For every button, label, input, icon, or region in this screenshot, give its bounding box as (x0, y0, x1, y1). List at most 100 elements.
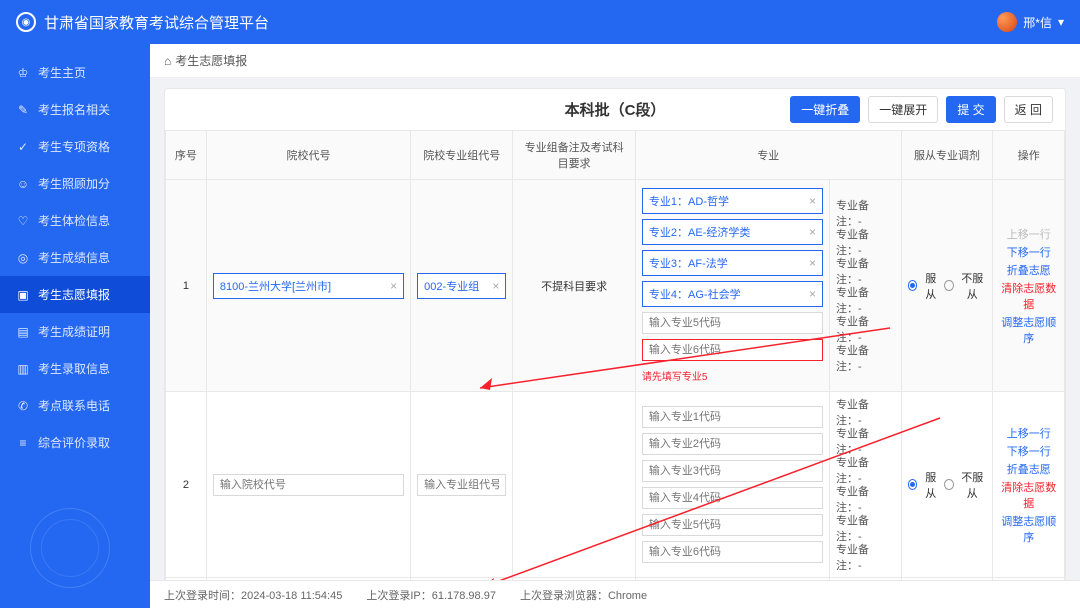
collapse-all-button[interactable]: 一键折叠 (790, 96, 860, 123)
group-input[interactable] (417, 474, 506, 496)
sidebar-icon: ≡ (16, 436, 30, 450)
req-cell (513, 578, 636, 581)
sidebar-item-0[interactable]: ♔ 考生主页 (0, 54, 150, 91)
sidebar-label: 考生录取信息 (38, 360, 110, 377)
clear-icon[interactable]: × (809, 225, 816, 239)
sidebar-item-8[interactable]: ▥ 考生录取信息 (0, 350, 150, 387)
op-fold[interactable]: 折叠志愿 (999, 461, 1058, 477)
sidebar-label: 综合评价录取 (38, 434, 110, 451)
table-row: 18100-兰州大学[兰州市]×002-专业组×不提科目要求专业1：AD-哲学×… (166, 180, 1065, 392)
col-req: 专业组备注及考试科目要求 (513, 131, 636, 180)
op-down[interactable]: 下移一行 (999, 244, 1058, 260)
major-input[interactable] (642, 487, 823, 509)
op-fold[interactable]: 折叠志愿 (999, 262, 1058, 278)
sidebar-icon: ♔ (16, 66, 30, 80)
major-note: 专业备注：- (836, 317, 895, 341)
sidebar-item-2[interactable]: ✓ 考生专项资格 (0, 128, 150, 165)
major-input[interactable] (642, 406, 823, 428)
major-note: 专业备注：- (836, 516, 895, 540)
op-up[interactable]: 上移一行 (999, 425, 1058, 441)
sidebar-icon: ✆ (16, 399, 30, 413)
major-input[interactable] (642, 312, 823, 334)
major-input[interactable]: 专业4：AG-社会学× (642, 281, 823, 307)
sidebar-item-4[interactable]: ♡ 考生体检信息 (0, 202, 150, 239)
seq-cell: 2 (166, 392, 207, 578)
major-input[interactable] (642, 541, 823, 563)
major-note: 专业备注：- (836, 400, 895, 424)
major-note: 专业备注：- (836, 429, 895, 453)
major-note: 专业备注：- (836, 487, 895, 511)
sidebar-item-7[interactable]: ▤ 考生成绩证明 (0, 313, 150, 350)
sidebar-item-1[interactable]: ✎ 考生报名相关 (0, 91, 150, 128)
op-clear[interactable]: 清除志愿数据 (999, 479, 1058, 511)
user-menu[interactable]: 邢*信 ▾ (997, 12, 1064, 32)
sidebar-icon: ♡ (16, 214, 30, 228)
sidebar-label: 考生主页 (38, 64, 86, 81)
breadcrumb: ⌂ 考生志愿填报 (150, 44, 1080, 78)
sidebar: ♔ 考生主页 ✎ 考生报名相关 ✓ 考生专项资格 ☺考生照顾加分 ♡ 考生体检信息 ◎考生成绩信息… (0, 44, 150, 608)
radio-no[interactable] (944, 280, 954, 291)
school-input[interactable]: 8100-兰州大学[兰州市]× (213, 273, 404, 299)
avatar (997, 12, 1017, 32)
adjust-radio-group[interactable]: 服从不服从 (908, 469, 987, 501)
major-input[interactable]: 专业2：AE-经济学类× (642, 219, 823, 245)
clear-icon[interactable]: × (809, 256, 816, 270)
sidebar-item-10[interactable]: ≡ 综合评价录取 (0, 424, 150, 461)
submit-button[interactable]: 提 交 (946, 96, 995, 123)
back-button[interactable]: 返 回 (1004, 96, 1053, 123)
major-input[interactable]: 专业1：AD-哲学× (642, 188, 823, 214)
req-cell: 不提科目要求 (513, 180, 636, 392)
expand-all-button[interactable]: 一键展开 (868, 96, 938, 123)
breadcrumb-text: 考生志愿填报 (175, 52, 247, 69)
user-name: 邢*信 (1023, 14, 1052, 31)
sidebar-icon: ✎ (16, 103, 30, 117)
op-clear[interactable]: 清除志愿数据 (999, 280, 1058, 312)
app-header: ◉ 甘肃省国家教育考试综合管理平台 邢*信 ▾ (0, 0, 1080, 44)
major-input[interactable] (642, 339, 823, 361)
home-icon[interactable]: ⌂ (164, 54, 171, 68)
clear-icon[interactable]: × (390, 279, 397, 293)
major-note: 专业备注：- (836, 201, 895, 225)
op-reorder[interactable]: 调整志愿顺序 (999, 314, 1058, 346)
radio-yes[interactable] (908, 280, 918, 291)
sidebar-label: 考生体检信息 (38, 212, 110, 229)
req-cell (513, 392, 636, 578)
sidebar-decoration (30, 508, 110, 588)
sidebar-icon: ☺ (16, 177, 30, 191)
col-group: 院校专业组代号 (411, 131, 513, 180)
col-seq: 序号 (166, 131, 207, 180)
radio-yes[interactable] (908, 479, 918, 490)
major-note: 专业备注：- (836, 458, 895, 482)
sidebar-label: 考生成绩证明 (38, 323, 110, 340)
sidebar-item-3[interactable]: ☺考生照顾加分 (0, 165, 150, 202)
sidebar-label: 考点联系电话 (38, 397, 110, 414)
op-down[interactable]: 下移一行 (999, 443, 1058, 459)
sidebar-item-6[interactable]: ▣考生志愿填报 (0, 276, 150, 313)
radio-no[interactable] (944, 479, 954, 490)
sidebar-item-5[interactable]: ◎考生成绩信息 (0, 239, 150, 276)
major-input[interactable] (642, 433, 823, 455)
sidebar-item-9[interactable]: ✆ 考点联系电话 (0, 387, 150, 424)
sidebar-label: 考生成绩信息 (38, 249, 110, 266)
app-title: 甘肃省国家教育考试综合管理平台 (44, 12, 269, 33)
major-note: 专业备注：- (836, 259, 895, 283)
op-reorder[interactable]: 调整志愿顺序 (999, 513, 1058, 545)
major-note: 专业备注：- (836, 346, 895, 370)
sidebar-icon: ▥ (16, 362, 30, 376)
sidebar-label: 考生报名相关 (38, 101, 110, 118)
major-input[interactable] (642, 514, 823, 536)
clear-icon[interactable]: × (809, 194, 816, 208)
col-op: 操作 (993, 131, 1065, 180)
sidebar-label: 考生专项资格 (38, 138, 110, 155)
adjust-radio-group[interactable]: 服从不服从 (908, 270, 987, 302)
footer: 上次登录时间：2024-03-18 11:54:45 上次登录IP：61.178… (150, 580, 1080, 608)
seq-cell: 3 (166, 578, 207, 581)
major-input[interactable] (642, 460, 823, 482)
sidebar-icon: ✓ (16, 140, 30, 154)
school-input[interactable] (213, 474, 404, 496)
group-input[interactable]: 002-专业组× (417, 273, 506, 299)
clear-icon[interactable]: × (492, 279, 499, 293)
clear-icon[interactable]: × (809, 287, 816, 301)
sidebar-icon: ▤ (16, 325, 30, 339)
major-input[interactable]: 专业3：AF-法学× (642, 250, 823, 276)
